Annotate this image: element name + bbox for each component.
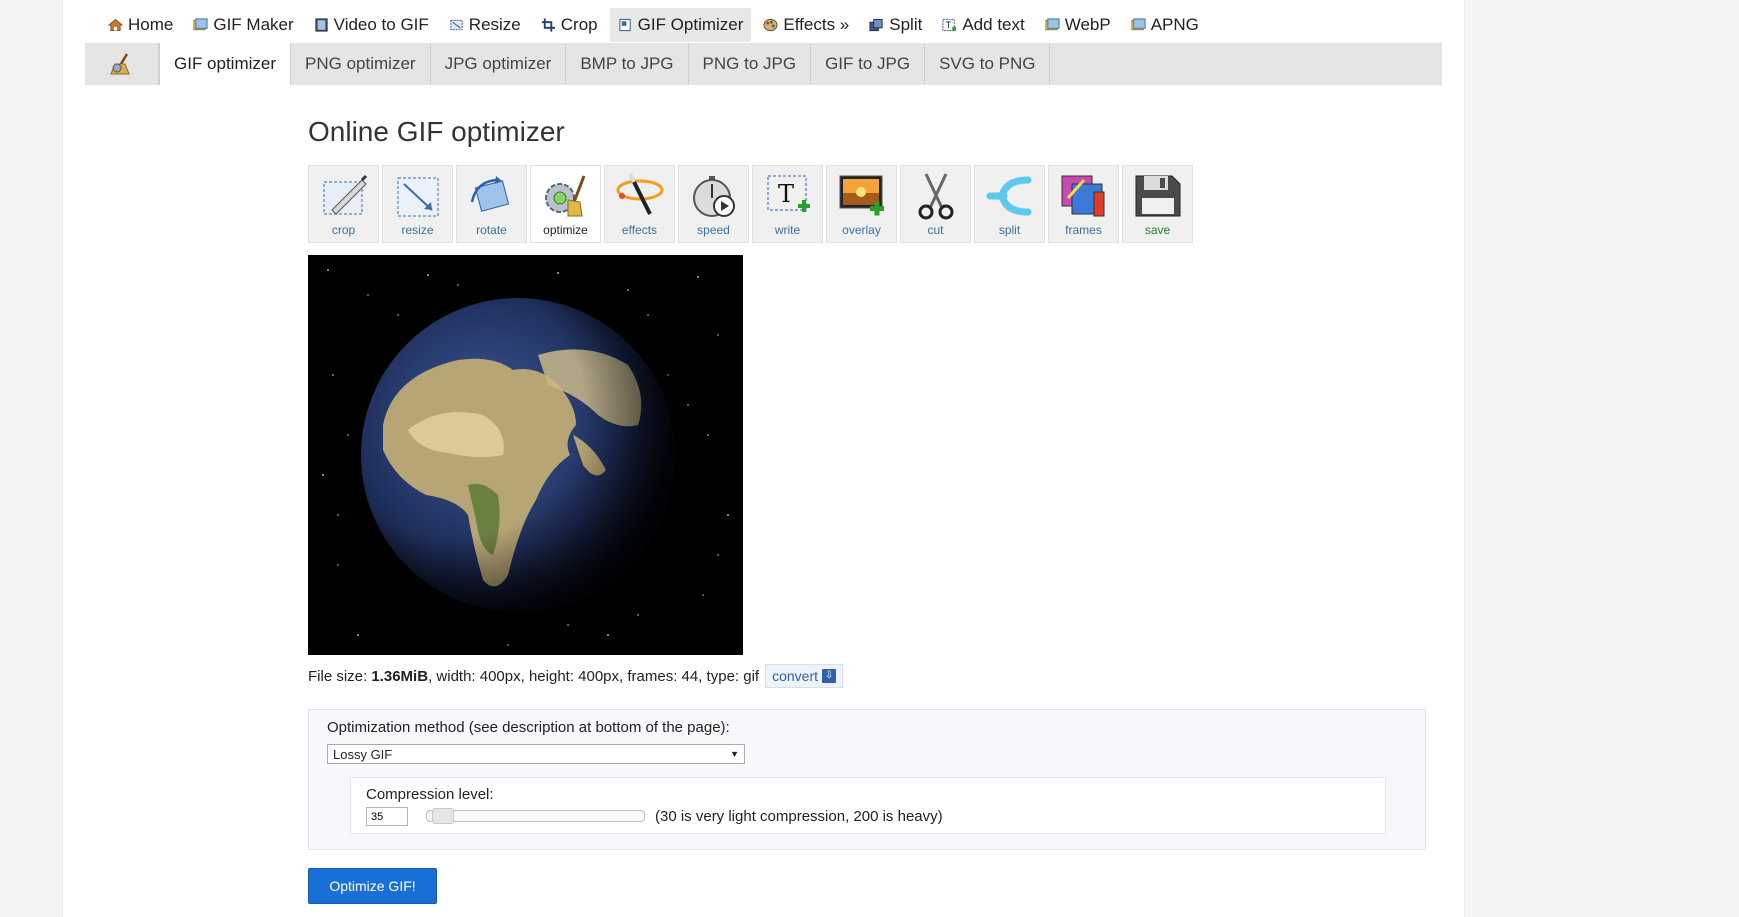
tab-jpg-optimizer[interactable]: JPG optimizer: [431, 43, 567, 85]
resize-tool-icon: [397, 177, 438, 217]
optimize-gif-button[interactable]: Optimize GIF!: [308, 868, 437, 904]
sub-nav: GIF optimizer PNG optimizer JPG optimize…: [85, 43, 1442, 85]
nav-apng[interactable]: APNG: [1123, 8, 1207, 42]
tool-resize[interactable]: resize: [382, 165, 453, 243]
crop-icon: [541, 18, 555, 32]
tool-write[interactable]: T write: [752, 165, 823, 243]
nav-add-text[interactable]: T Add text: [934, 8, 1032, 42]
compression-level-input[interactable]: [366, 807, 408, 826]
split-icon: [869, 18, 883, 32]
nav-home[interactable]: Home: [100, 8, 181, 42]
webp-icon: [1045, 18, 1060, 31]
floppy-disk-icon: [1135, 175, 1180, 217]
earth-image: [308, 255, 743, 655]
download-arrow-icon: ⇩: [822, 669, 837, 683]
add-text-tool-icon: T: [767, 175, 810, 212]
nav-gif-optimizer[interactable]: GIF Optimizer: [609, 8, 752, 42]
chevron-down-icon: ▼: [730, 749, 739, 759]
tool-overlay[interactable]: overlay: [826, 165, 897, 243]
tab-bmp-to-jpg[interactable]: BMP to JPG: [566, 43, 689, 85]
stopwatch-icon: [692, 176, 735, 217]
svg-text:T: T: [778, 180, 794, 208]
slider-track: [426, 810, 645, 822]
effects-icon: [763, 18, 778, 32]
video-icon: [315, 18, 328, 32]
method-label: Optimization method (see description at …: [327, 719, 730, 736]
text-icon: T: [942, 18, 957, 32]
compression-label: Compression level:: [366, 786, 494, 803]
broom-logo[interactable]: [85, 43, 159, 85]
optimizer-icon: [619, 18, 631, 32]
nav-split[interactable]: Split: [861, 8, 930, 42]
tab-svg-to-png[interactable]: SVG to PNG: [925, 43, 1051, 85]
tool-speed[interactable]: speed: [678, 165, 749, 243]
tool-save[interactable]: save: [1122, 165, 1193, 243]
svg-text:T: T: [945, 20, 952, 30]
convert-button[interactable]: convert ⇩: [765, 664, 844, 688]
optimize-tool-icon: [544, 175, 585, 217]
compression-panel: Compression level: (30 is very light com…: [350, 777, 1386, 834]
nav-effects[interactable]: Effects »: [755, 8, 857, 42]
rotate-tool-icon: [470, 176, 509, 212]
tool-optimize[interactable]: optimize: [530, 165, 601, 243]
nav-gif-maker[interactable]: GIF Maker: [185, 8, 301, 42]
nav-crop[interactable]: Crop: [533, 8, 606, 42]
frames-tool-icon: [1061, 175, 1104, 217]
gif-preview-image: [308, 255, 743, 655]
tool-effects[interactable]: effects: [604, 165, 675, 243]
file-info: File size: 1.36MiB , width: 400px, heigh…: [308, 664, 844, 688]
page-title: Online GIF optimizer: [308, 116, 565, 147]
nav-webp[interactable]: WebP: [1037, 8, 1119, 42]
compression-slider[interactable]: [426, 808, 645, 824]
tool-frames[interactable]: frames: [1048, 165, 1119, 243]
overlay-tool-icon: [839, 175, 884, 216]
gif-maker-icon: [193, 18, 208, 31]
file-dimensions: , width: 400px, height: 400px, frames: 4…: [428, 667, 760, 685]
tab-png-optimizer[interactable]: PNG optimizer: [291, 43, 431, 85]
nav-video-to-gif[interactable]: Video to GIF: [306, 8, 437, 42]
tool-split[interactable]: split: [974, 165, 1045, 243]
optimization-options-panel: Optimization method (see description at …: [308, 709, 1426, 850]
tool-strip: crop resize rotate optimize effects spee…: [308, 165, 1193, 243]
broom-icon: [109, 53, 130, 75]
method-select[interactable]: Lossy GIF ▼: [327, 744, 745, 764]
apng-icon: [1131, 18, 1146, 31]
split-tool-icon: [986, 176, 1031, 216]
tool-cut[interactable]: cut: [900, 165, 971, 243]
crop-tool-icon: [323, 174, 367, 215]
slider-thumb[interactable]: [431, 808, 454, 824]
resize-icon: [450, 19, 463, 31]
magic-wand-icon: [616, 173, 663, 215]
compression-hint: (30 is very light compression, 200 is he…: [655, 808, 943, 825]
nav-resize[interactable]: Resize: [441, 8, 529, 42]
home-icon: [108, 18, 123, 31]
tab-gif-to-jpg[interactable]: GIF to JPG: [811, 43, 926, 85]
tool-rotate[interactable]: rotate: [456, 165, 527, 243]
scissors-icon: [918, 173, 953, 220]
top-nav: Home GIF Maker Video to GIF Resize Crop …: [100, 8, 1207, 42]
file-size-value: 1.36MiB: [371, 667, 429, 685]
tool-crop[interactable]: crop: [308, 165, 379, 243]
tab-png-to-jpg[interactable]: PNG to JPG: [689, 43, 812, 85]
tab-gif-optimizer[interactable]: GIF optimizer: [159, 43, 292, 85]
